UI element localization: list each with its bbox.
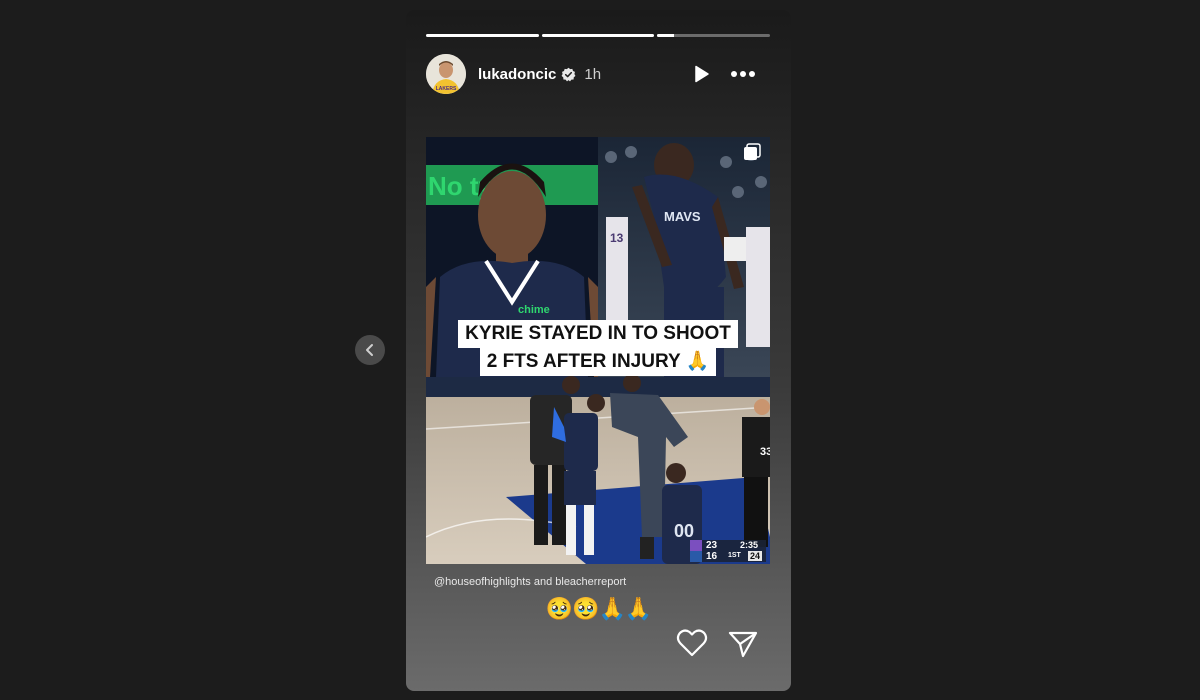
svg-text:13: 13 bbox=[610, 231, 624, 245]
share-button[interactable] bbox=[728, 630, 758, 663]
play-button[interactable] bbox=[688, 61, 714, 87]
shot-clock: 24 bbox=[748, 551, 763, 561]
progress-segment-current bbox=[657, 34, 771, 37]
play-icon bbox=[695, 65, 709, 83]
previous-story-button[interactable] bbox=[355, 335, 385, 365]
caption-line-1: KYRIE STAYED IN TO SHOOT bbox=[458, 320, 738, 348]
story-header: LAKERS lukadoncic 1h bbox=[426, 53, 770, 95]
score-away: 16 bbox=[706, 551, 718, 562]
svg-text:MAVS: MAVS bbox=[664, 209, 701, 224]
post-time: 1h bbox=[584, 65, 602, 83]
like-button[interactable] bbox=[676, 628, 708, 663]
heart-icon bbox=[676, 629, 708, 657]
progress-segment bbox=[426, 34, 539, 37]
caption-overlay: KYRIE STAYED IN TO SHOOT 2 FTS AFTER INJ… bbox=[448, 320, 748, 376]
svg-text:00: 00 bbox=[674, 521, 694, 541]
repost-credit[interactable]: @houseofhighlights and bleacherreport bbox=[434, 576, 626, 588]
more-icon bbox=[731, 71, 755, 77]
story-viewer[interactable]: LAKERS lukadoncic 1h No ty fo chime 13 M… bbox=[406, 10, 791, 691]
caption-line-2: 2 FTS AFTER INJURY 🙏 bbox=[479, 348, 717, 376]
story-progress-bar bbox=[426, 34, 771, 37]
svg-text:LAKERS: LAKERS bbox=[436, 86, 457, 92]
game-clock: 2:35 bbox=[740, 540, 759, 550]
story-media[interactable]: No ty fo chime 13 MAVS 00 33 KYRIE STAYE… bbox=[426, 137, 770, 564]
chevron-left-icon bbox=[366, 344, 373, 356]
avatar[interactable]: LAKERS bbox=[426, 54, 466, 94]
jersey-sponsor-text: chime bbox=[518, 304, 550, 316]
emoji-reaction-text: 🥹🥹🙏🙏 bbox=[545, 596, 653, 621]
scoreboard: 23 16 2:35 1ST 24 bbox=[690, 540, 766, 562]
more-options-button[interactable] bbox=[730, 61, 756, 87]
send-icon bbox=[728, 631, 758, 658]
verified-badge-icon bbox=[561, 67, 576, 81]
progress-segment bbox=[541, 34, 655, 37]
score-home: 23 bbox=[706, 540, 718, 551]
username[interactable]: lukadoncic bbox=[478, 66, 556, 83]
game-period: 1ST bbox=[728, 552, 741, 559]
svg-text:33: 33 bbox=[760, 446, 770, 458]
